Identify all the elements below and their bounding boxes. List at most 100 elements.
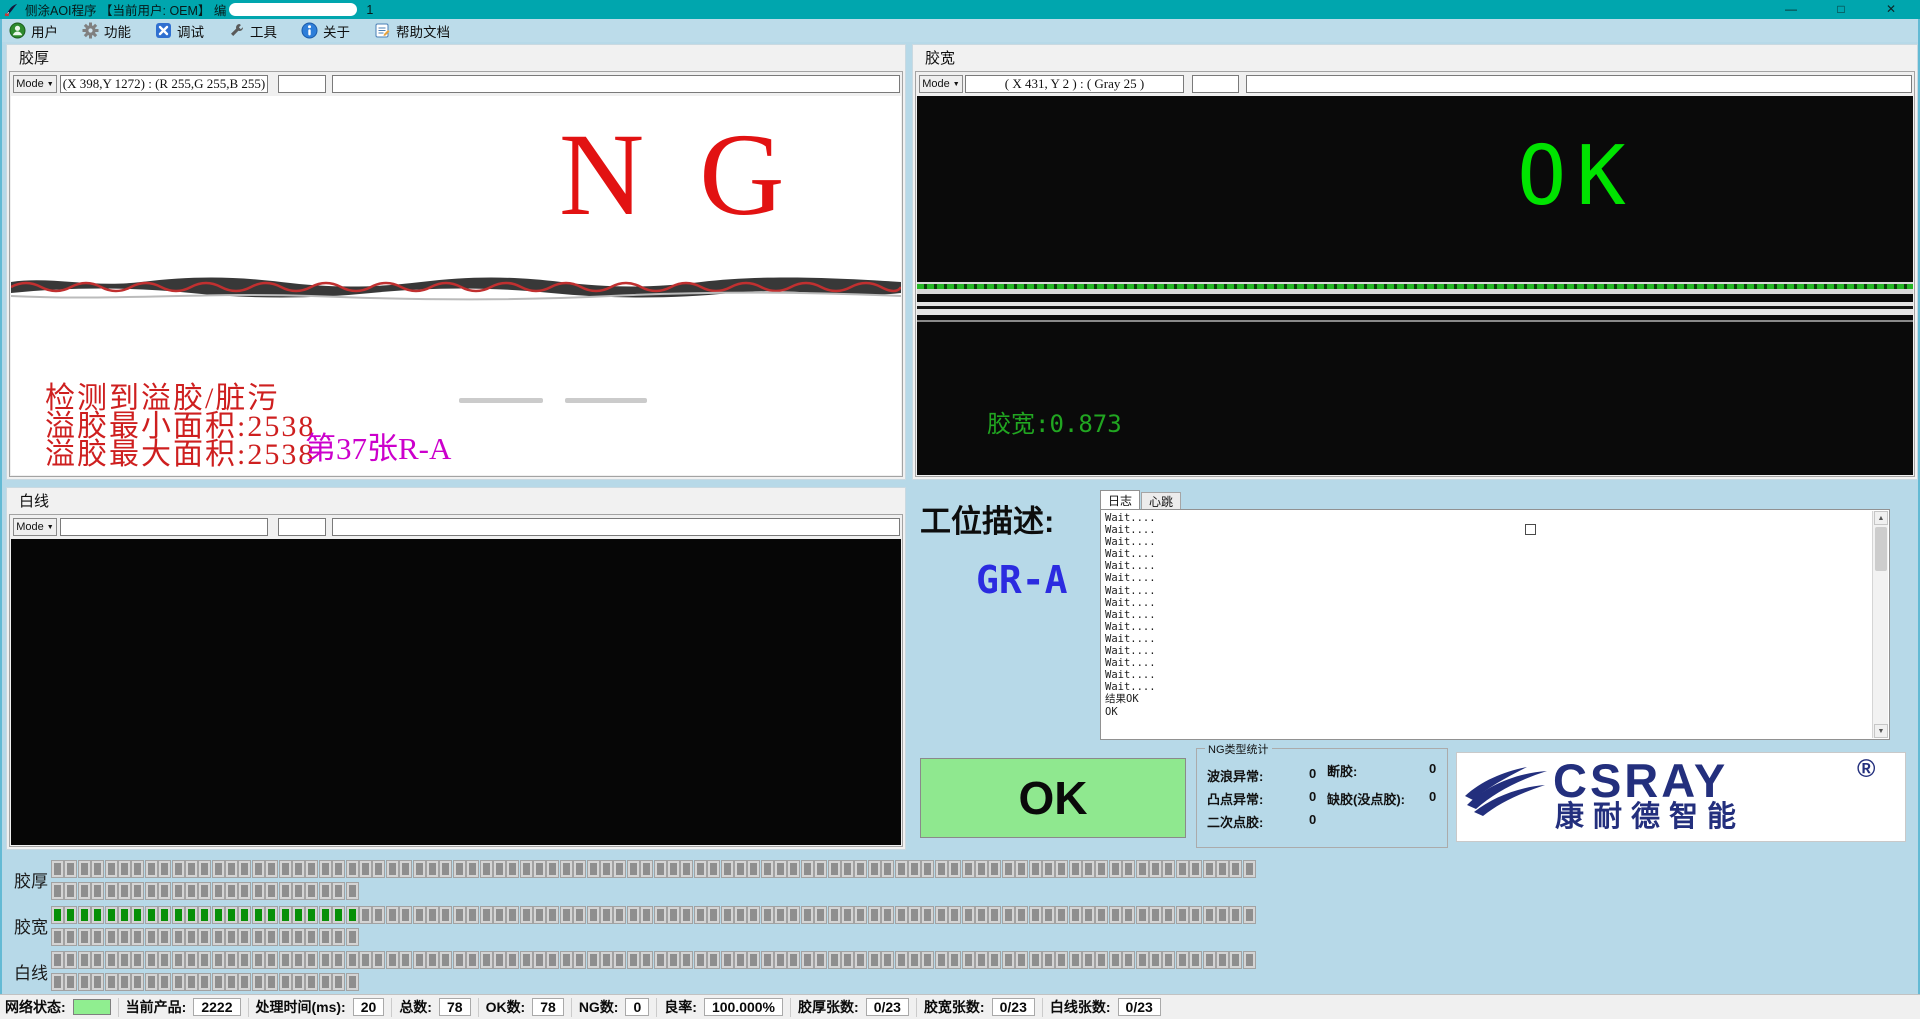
indicator-cell <box>628 952 639 968</box>
menu-item-user[interactable]: 用户 <box>9 21 58 41</box>
overall-result-button[interactable]: OK <box>920 758 1186 838</box>
menu-item-debug[interactable]: 调试 <box>155 21 204 41</box>
indicator-cell <box>132 974 143 990</box>
indicator-cell <box>333 883 344 899</box>
glue-thickness-mode-dropdown[interactable]: Mode ▼ <box>13 75 57 93</box>
indicator-cell <box>1190 907 1201 923</box>
indicator-cell <box>440 952 451 968</box>
indicator-label-baixian: 白线 <box>14 959 48 984</box>
indicator-cell <box>280 883 291 899</box>
indicator-cell <box>427 952 438 968</box>
indicator-cell <box>146 952 157 968</box>
glue-width-long-field[interactable] <box>1246 75 1912 93</box>
indicator-cell <box>1083 952 1094 968</box>
indicator-cell <box>1096 952 1107 968</box>
indicator-cell <box>239 929 250 945</box>
status-value-jiaokuan-count: 0/23 <box>992 998 1035 1016</box>
menu-item-about[interactable]: 关于 <box>301 21 350 41</box>
menu-item-debug-label: 调试 <box>177 21 204 41</box>
indicator-cell <box>1177 952 1188 968</box>
indicator-cell <box>106 929 117 945</box>
glue-width-small-field[interactable] <box>1192 75 1239 93</box>
scroll-down-icon[interactable]: ▼ <box>1874 724 1888 738</box>
glue-thickness-pixel-readout[interactable]: (X 398,Y 1272) : (R 255,G 255,B 255) <box>60 75 268 93</box>
indicator-cell <box>1030 907 1041 923</box>
indicator-cell <box>199 929 210 945</box>
indicator-row2-jiaokuan <box>52 929 358 945</box>
tab-heartbeat[interactable]: 心跳 <box>1141 492 1181 509</box>
log-line: Wait.... <box>1105 681 1156 693</box>
indicator-cell <box>842 861 853 877</box>
indicator-cell <box>909 907 920 923</box>
log-checkbox[interactable] <box>1525 524 1536 535</box>
indicator-cell <box>239 952 250 968</box>
indicator-cell <box>534 861 545 877</box>
indicator-cell <box>681 907 692 923</box>
glue-width-pixel-readout[interactable]: ( X 431, Y 2 ) : ( Gray 25 ) <box>965 75 1184 93</box>
white-line-small-field[interactable] <box>278 518 326 536</box>
panel-glue-width-label: 胶宽 <box>925 47 955 68</box>
white-line-pixel-readout[interactable] <box>60 518 268 536</box>
info-icon <box>301 22 318 39</box>
indicator-cell <box>373 952 384 968</box>
indicator-cell <box>762 861 773 877</box>
indicator-cell <box>1230 952 1241 968</box>
indicator-cell <box>173 952 184 968</box>
menu-item-tools[interactable]: 工具 <box>228 21 277 41</box>
stat-missing-glue-label: 缺胶(没点胶): <box>1327 789 1405 808</box>
log-scrollbar[interactable]: ▲ ▼ <box>1872 511 1888 738</box>
indicator-cell <box>106 861 117 877</box>
indicator-cell <box>226 861 237 877</box>
status-value-jiaohou-count: 0/23 <box>866 998 909 1016</box>
glue-width-mode-dropdown[interactable]: Mode ▼ <box>919 75 963 93</box>
indicator-cell <box>373 861 384 877</box>
indicator-cell <box>427 907 438 923</box>
indicator-cell <box>922 861 933 877</box>
window-title-tail: 1 <box>366 3 373 17</box>
indicator-cell <box>614 907 625 923</box>
stat-second-dispense-value: 0 <box>1309 812 1316 827</box>
scroll-up-icon[interactable]: ▲ <box>1874 511 1888 525</box>
indicator-cell <box>306 952 317 968</box>
camera-strip-dark-gap <box>917 294 1913 302</box>
indicator-cell <box>869 952 880 968</box>
indicator-cell <box>855 907 866 923</box>
stat-broken-glue-label: 断胶: <box>1327 761 1357 780</box>
indicator-cell <box>949 952 960 968</box>
indicator-cell <box>347 952 358 968</box>
menu-item-help[interactable]: 帮助文档 <box>374 21 450 41</box>
white-line-long-field[interactable] <box>332 518 900 536</box>
indicator-cell <box>1110 861 1121 877</box>
menu-item-function[interactable]: 功能 <box>82 21 131 41</box>
indicator-cell <box>1016 907 1027 923</box>
indicator-cell <box>293 907 304 923</box>
indicator-cell <box>976 907 987 923</box>
indicator-cell <box>387 952 398 968</box>
white-line-mode-dropdown[interactable]: Mode ▼ <box>13 518 57 536</box>
minimize-button[interactable]: — <box>1766 0 1816 19</box>
glue-width-groupbox: Mode ▼ ( X 431, Y 2 ) : ( Gray 25 ) OK 胶… <box>915 71 1915 477</box>
glue-thickness-small-field[interactable] <box>278 75 326 93</box>
indicator-cell <box>226 952 237 968</box>
log-output-box[interactable]: Wait....Wait....Wait....Wait....Wait....… <box>1100 509 1890 740</box>
indicator-cell <box>855 861 866 877</box>
close-button[interactable]: ✕ <box>1866 0 1916 19</box>
scrollbar-thumb[interactable] <box>1875 527 1887 571</box>
gear-icon <box>82 22 99 39</box>
indicator-cell <box>775 861 786 877</box>
indicator-cell <box>882 952 893 968</box>
indicator-cell <box>65 974 76 990</box>
indicator-cell <box>1096 861 1107 877</box>
indicator-cell <box>481 861 492 877</box>
indicator-cell <box>1230 907 1241 923</box>
indicator-cell <box>601 952 612 968</box>
indicator-cell <box>588 907 599 923</box>
indicator-cell <box>1003 907 1014 923</box>
glue-thickness-long-field[interactable] <box>332 75 900 93</box>
stat-wave-anomaly-label: 波浪异常: <box>1207 766 1263 785</box>
indicator-panel: 胶厚胶宽白线 <box>0 850 1920 994</box>
indicator-cell <box>400 952 411 968</box>
maximize-button[interactable]: □ <box>1816 0 1866 19</box>
tab-log[interactable]: 日志 <box>1100 490 1140 509</box>
vendor-brand-text: CSRAY <box>1553 757 1728 804</box>
